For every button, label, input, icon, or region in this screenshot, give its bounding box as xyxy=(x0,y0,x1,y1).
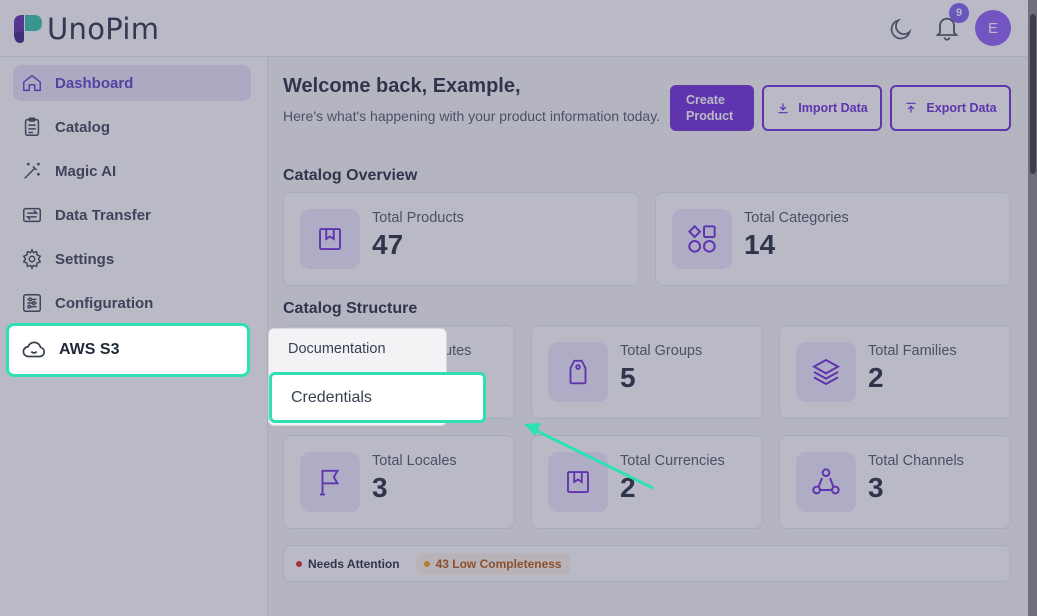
submenu-item-documentation[interactable]: Documentation xyxy=(288,341,386,357)
cloud-icon xyxy=(22,341,46,358)
submenu-item-credentials[interactable]: Credentials xyxy=(269,372,486,423)
focus-overlay xyxy=(0,0,1037,616)
scrollbar-thumb[interactable] xyxy=(1030,14,1036,174)
sidebar-item-aws-s3[interactable]: AWS S3 xyxy=(6,323,250,377)
credentials-label: Credentials xyxy=(291,388,372,406)
sidebar-item-label: AWS S3 xyxy=(59,341,120,358)
